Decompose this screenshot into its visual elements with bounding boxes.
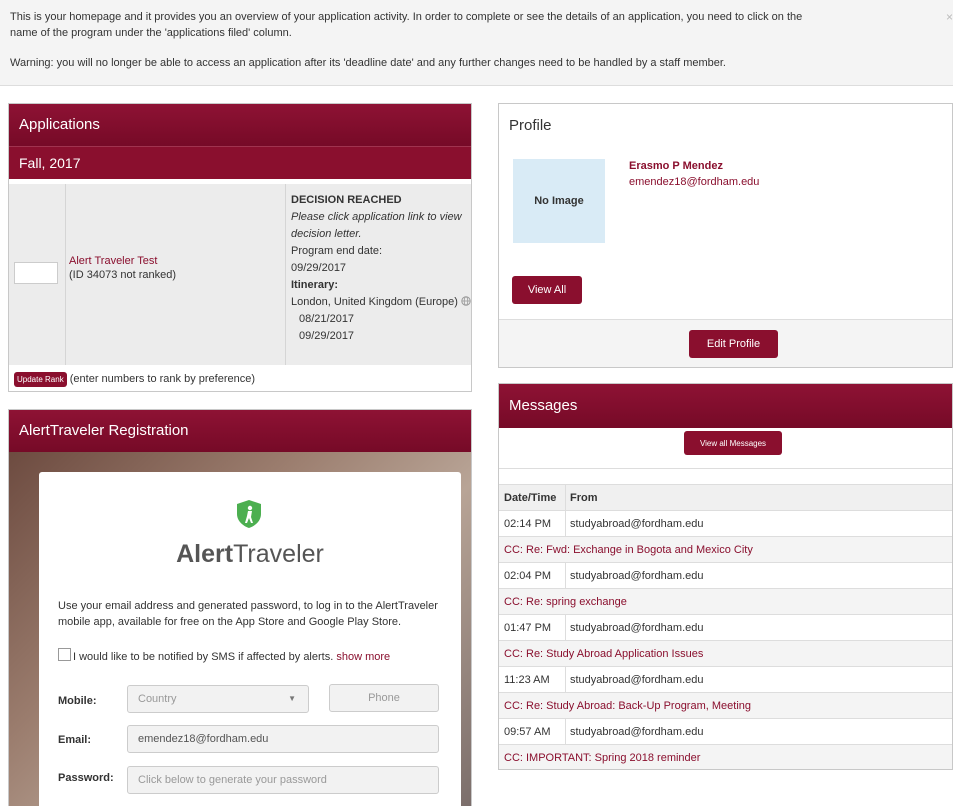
application-status-cell: DECISION REACHED Please click applicatio… [285, 184, 471, 365]
update-rank-button[interactable]: Update Rank [14, 371, 67, 387]
chevron-down-icon: ▼ [288, 694, 296, 703]
homepage-notice: This is your homepage and it provides yo… [0, 0, 953, 86]
table-row[interactable]: 01:47 PM studyabroad@fordham.edu [499, 614, 952, 641]
edit-profile-button[interactable]: Edit Profile [689, 330, 778, 358]
term-header: Fall, 2017 [9, 146, 471, 179]
password-label: Password: [58, 772, 114, 784]
alerttraveler-panel: AlertTraveler Registration AlertTraveler… [8, 409, 472, 806]
rank-input[interactable] [14, 262, 58, 284]
itinerary-label: Itinerary: [291, 279, 339, 291]
itinerary-place: London, United Kingdom (Europe) [291, 296, 458, 308]
message-subject-link[interactable]: CC: Re: Fwd: Exchange in Bogota and Mexi… [499, 536, 952, 562]
password-field[interactable]: Click below to generate your password [127, 766, 439, 794]
itinerary-start: 08/21/2017 [299, 313, 355, 325]
application-id: (ID 34073 not ranked) [69, 269, 177, 281]
alerttraveler-description: Use your email address and generated pas… [58, 600, 438, 628]
update-rank-hint: (enter numbers to rank by preference) [69, 373, 256, 385]
profile-header: Profile [499, 104, 952, 148]
message-subject-link[interactable]: CC: Re: spring exchange [499, 588, 952, 614]
application-name-cell: Alert Traveler Test (ID 34073 not ranked… [69, 254, 176, 282]
alerttraveler-wordmark: AlertTraveler [176, 540, 324, 568]
avatar: No Image [513, 159, 605, 243]
country-select[interactable]: Country ▼ [127, 685, 309, 713]
message-subject-link[interactable]: CC: Re: Study Abroad: Back-Up Program, M… [499, 692, 952, 718]
rank-cell [9, 184, 66, 365]
column-header-time: Date/Time [504, 485, 566, 511]
messages-table-header: Date/Time From [499, 484, 952, 511]
mobile-label: Mobile: [58, 695, 97, 707]
table-row[interactable]: 02:04 PM studyabroad@fordham.edu [499, 562, 952, 589]
notice-warning: Warning: you will no longer be able to a… [10, 57, 726, 69]
messages-panel: Messages View all Messages Date/Time From… [498, 383, 953, 770]
applications-header: Applications [9, 104, 471, 146]
view-all-messages-button[interactable]: View all Messages [684, 431, 782, 455]
table-row[interactable]: 02:14 PM studyabroad@fordham.edu [499, 510, 952, 537]
view-all-button[interactable]: View All [512, 276, 582, 304]
email-label: Email: [58, 734, 92, 746]
alerttraveler-logo-icon [237, 500, 261, 528]
application-row: Alert Traveler Test (ID 34073 not ranked… [9, 184, 471, 365]
sms-checkbox[interactable] [58, 648, 71, 661]
email-field[interactable]: emendez18@fordham.edu [127, 725, 439, 753]
alerttraveler-header: AlertTraveler Registration [9, 410, 471, 452]
messages-header: Messages [499, 384, 952, 428]
alerttraveler-card: AlertTraveler Use your email address and… [39, 472, 461, 806]
globe-icon[interactable] [461, 296, 471, 306]
profile-panel: Profile No Image Erasmo P Mendez emendez… [498, 103, 953, 368]
messages-table: Date/Time From 02:14 PM studyabroad@fordha… [499, 484, 952, 769]
decision-status: DECISION REACHED [291, 194, 402, 206]
show-more-link[interactable]: show more [336, 651, 390, 663]
profile-footer: Edit Profile [499, 319, 952, 367]
messages-toolbar: View all Messages [499, 428, 952, 469]
column-header-from: From [570, 492, 598, 504]
update-rank-row: Update Rank (enter numbers to rank by pr… [9, 366, 471, 391]
sms-label: I would like to be notified by SMS if af… [73, 651, 334, 663]
sms-option: I would like to be notified by SMS if af… [58, 648, 448, 665]
profile-name: Erasmo P Mendez [629, 160, 723, 172]
table-row[interactable]: 09:57 AM studyabroad@fordham.edu [499, 718, 952, 745]
close-icon[interactable]: × [946, 9, 953, 25]
decision-note: Please click application link to view de… [291, 211, 462, 240]
profile-email: emendez18@fordham.edu [629, 176, 760, 188]
phone-input[interactable]: Phone [329, 684, 439, 712]
applications-panel: Applications Fall, 2017 Alert Traveler T… [8, 103, 472, 392]
application-link[interactable]: Alert Traveler Test [69, 255, 157, 267]
message-subject-link[interactable]: CC: IMPORTANT: Spring 2018 reminder [499, 744, 952, 769]
end-date: 09/29/2017 [291, 262, 347, 274]
table-row[interactable]: 11:23 AM studyabroad@fordham.edu [499, 666, 952, 693]
end-date-label: Program end date: [291, 245, 383, 257]
message-subject-link[interactable]: CC: Re: Study Abroad Application Issues [499, 640, 952, 666]
itinerary-end: 09/29/2017 [299, 330, 355, 342]
notice-text: This is your homepage and it provides yo… [10, 11, 803, 39]
